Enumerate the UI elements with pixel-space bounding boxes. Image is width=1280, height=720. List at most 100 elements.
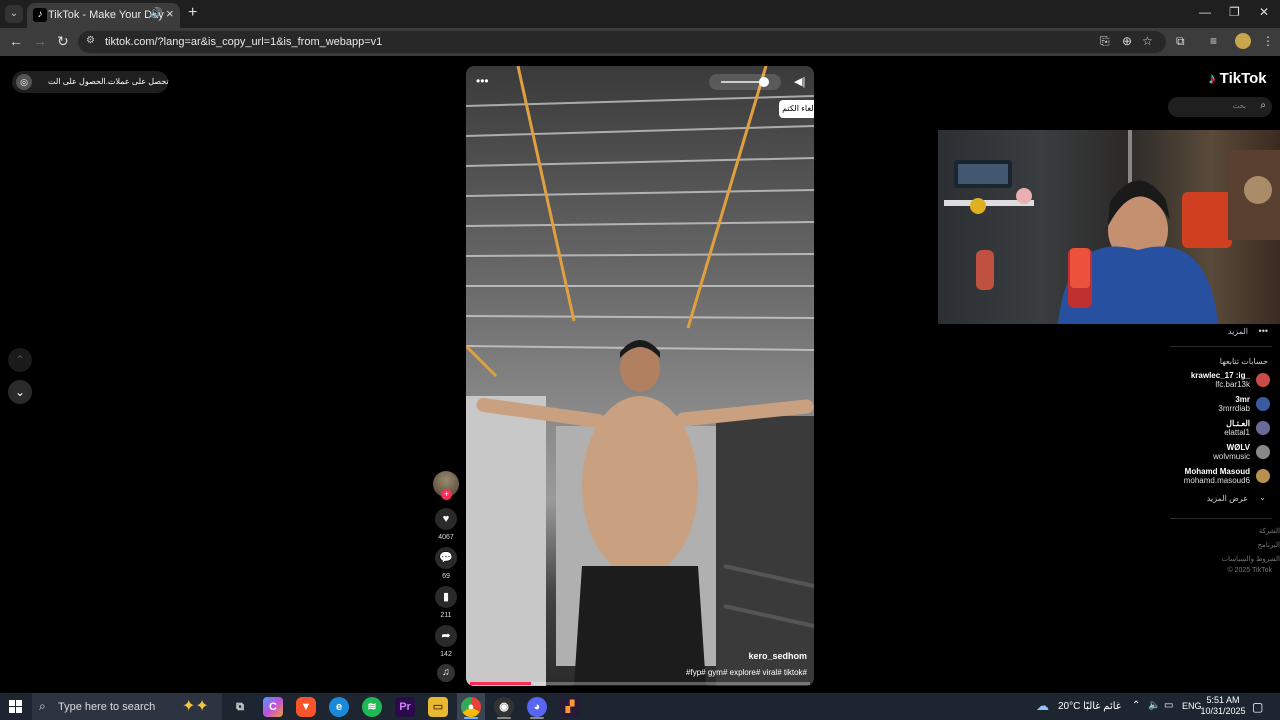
new-tab-plus-icon[interactable]: + bbox=[188, 4, 197, 22]
address-bar[interactable]: ⚙ tiktok.com/?lang=ar&is_copy_url=1&is_f… bbox=[78, 31, 1166, 53]
file-explorer-icon[interactable]: ▭ bbox=[428, 697, 448, 717]
see-more-label[interactable]: عرض المزيد bbox=[1207, 494, 1248, 503]
video-player[interactable]: ••• ◀| إلغاء الكتم kero_sedhom #fyp# gym… bbox=[466, 66, 814, 686]
get-app-label[interactable]: الحصول على الت... bbox=[48, 77, 112, 86]
taskbar-search-text[interactable]: Type here to search bbox=[58, 701, 155, 713]
obs-running-indicator bbox=[497, 717, 511, 719]
account-display-name[interactable]: krawlec_17 :ig_ bbox=[1191, 371, 1250, 380]
tray-chevron-up-icon[interactable]: ⌃ bbox=[1132, 700, 1140, 711]
following-account[interactable]: 3mr 3mrrdiab bbox=[1170, 394, 1274, 416]
bookmark-icon[interactable]: ▮ bbox=[435, 586, 457, 608]
media-app-icon[interactable]: ▞ bbox=[560, 697, 580, 717]
network-icon[interactable]: ▭ bbox=[1164, 700, 1173, 711]
volume-track bbox=[721, 81, 761, 83]
following-account[interactable]: Mohamd Masoud mohamd.masoud6 bbox=[1170, 466, 1274, 488]
volume-slider[interactable] bbox=[709, 74, 781, 90]
volume-knob[interactable] bbox=[759, 77, 769, 87]
account-avatar bbox=[1256, 469, 1270, 483]
account-username[interactable]: 3mrrdiab bbox=[1218, 404, 1250, 413]
footer-link-program[interactable]: البرنامج bbox=[1258, 541, 1280, 549]
extensions-icon[interactable]: ⧉ bbox=[1176, 34, 1185, 49]
bookmark-star-icon[interactable]: ☆ bbox=[1142, 34, 1153, 48]
volume-speaker-icon[interactable]: ◀| bbox=[794, 75, 805, 88]
previous-video-chevron-up-icon[interactable]: ⌃ bbox=[8, 348, 32, 372]
menu-kebab-icon[interactable]: ⋮ bbox=[1262, 34, 1274, 48]
copilot-sparkle-icon[interactable]: ✦✦ bbox=[182, 696, 209, 716]
back-arrow-icon[interactable]: ← bbox=[9, 33, 23, 49]
follow-plus-icon[interactable]: + bbox=[441, 489, 452, 500]
search-icon[interactable]: ⌕ bbox=[1260, 100, 1266, 111]
account-display-name[interactable]: Mohamd Masoud bbox=[1185, 467, 1250, 476]
account-username[interactable]: lfc.bar13k bbox=[1215, 380, 1250, 389]
reload-icon[interactable]: ↻ bbox=[57, 33, 69, 50]
video-progress-bar[interactable] bbox=[470, 682, 810, 685]
account-username[interactable]: elattal1 bbox=[1224, 428, 1250, 437]
taskbar-search-box[interactable]: ⌕ Type here to search ✦✦ bbox=[32, 693, 222, 720]
account-display-name[interactable]: العـتـال bbox=[1226, 419, 1250, 428]
sidebar-divider bbox=[1170, 518, 1272, 519]
footer-link-company[interactable]: الشركة bbox=[1259, 527, 1280, 535]
tab-close-icon[interactable]: × bbox=[166, 6, 174, 21]
account-display-name[interactable]: 3mr bbox=[1235, 395, 1250, 404]
volume-icon[interactable]: 🔈 bbox=[1148, 700, 1160, 711]
tiktok-logo[interactable]: ♪ TikTok bbox=[1208, 70, 1267, 87]
search-input[interactable]: بحث ⌕ bbox=[1168, 97, 1272, 117]
following-account[interactable]: العـتـال elattal1 bbox=[1170, 418, 1274, 440]
edge-browser-icon[interactable]: e bbox=[329, 697, 349, 717]
tab-search-chevron-icon[interactable]: ⌄ bbox=[5, 5, 23, 23]
music-disc-icon[interactable]: ♫ bbox=[437, 664, 455, 682]
chrome-browser-icon[interactable]: ● bbox=[461, 697, 481, 717]
forward-arrow-icon[interactable]: → bbox=[33, 33, 47, 49]
spotify-icon[interactable]: ≋ bbox=[362, 697, 382, 717]
url-text[interactable]: tiktok.com/?lang=ar&is_copy_url=1&is_fro… bbox=[105, 36, 382, 48]
copilot-app-icon[interactable]: C bbox=[263, 697, 283, 717]
windows-start-icon[interactable] bbox=[9, 700, 22, 713]
footer-link-terms[interactable]: الشروط والسياسات bbox=[1221, 555, 1280, 563]
share-arrow-icon[interactable]: ➦ bbox=[435, 625, 457, 647]
obs-studio-icon[interactable]: ◉ bbox=[494, 697, 514, 717]
more-dots-icon[interactable]: ••• bbox=[1259, 326, 1268, 336]
zoom-icon[interactable]: ⊕ bbox=[1122, 34, 1132, 48]
weather-cloud-icon[interactable]: ☁ bbox=[1036, 698, 1049, 714]
input-language[interactable]: ENG bbox=[1182, 701, 1202, 711]
next-video-chevron-down-icon[interactable]: ⌄ bbox=[8, 380, 32, 404]
following-account[interactable]: krawlec_17 :ig_ lfc.bar13k bbox=[1170, 370, 1274, 392]
weather-text[interactable]: 20°C غائم غالبًا bbox=[1058, 701, 1121, 712]
minimize-icon[interactable]: — bbox=[1199, 5, 1211, 19]
video-caption[interactable]: #fyp# gym# explore# viral# tiktok# bbox=[686, 668, 807, 677]
footer-copyright: © 2025 TikTok bbox=[1227, 567, 1272, 574]
get-app-banner[interactable]: ◎ الحصول على الت... تحصل على عملات bbox=[12, 71, 169, 93]
notifications-icon[interactable]: ▢ bbox=[1252, 700, 1263, 714]
video-author-name[interactable]: kero_sedhom bbox=[748, 651, 807, 661]
account-display-name[interactable]: WØLV bbox=[1227, 443, 1250, 452]
see-more-button[interactable]: عرض المزيد ⌄ bbox=[1172, 492, 1272, 506]
browser-titlebar: ⌄ ♪ TikTok - Make Your Day 🔊 × + — ❐ ✕ bbox=[0, 0, 1280, 28]
comment-icon[interactable]: 💬 bbox=[435, 547, 457, 569]
cast-icon[interactable]: ⎘ bbox=[1100, 34, 1110, 49]
premiere-pro-icon[interactable]: Pr bbox=[395, 697, 415, 717]
profile-avatar[interactable] bbox=[1235, 33, 1251, 49]
brave-browser-icon[interactable]: ▼ bbox=[296, 697, 316, 717]
more-menu[interactable]: المزيد ••• bbox=[1172, 324, 1272, 340]
chevron-down-icon[interactable]: ⌄ bbox=[1259, 493, 1266, 502]
video-more-options-icon[interactable]: ••• bbox=[476, 74, 489, 88]
browser-tab[interactable]: ♪ TikTok - Make Your Day 🔊 × bbox=[27, 3, 180, 28]
get-coins-label[interactable]: تحصل على عملات bbox=[108, 77, 169, 86]
search-icon: ⌕ bbox=[39, 699, 46, 713]
following-account[interactable]: WØLV wolvmusic bbox=[1170, 442, 1274, 464]
more-label[interactable]: المزيد bbox=[1228, 327, 1248, 336]
site-info-icon[interactable]: ⚙ bbox=[86, 35, 95, 46]
webcam-frame bbox=[944, 130, 1280, 324]
restore-icon[interactable]: ❐ bbox=[1229, 5, 1240, 19]
discord-icon[interactable]: ◕ bbox=[527, 697, 547, 717]
media-control-icon[interactable]: ≡ bbox=[1210, 34, 1217, 48]
task-view-icon[interactable]: ⧉ bbox=[230, 697, 250, 717]
window-close-icon[interactable]: ✕ bbox=[1259, 5, 1269, 19]
taskbar-clock[interactable]: 5:51 AM 10/31/2025 bbox=[1200, 695, 1246, 717]
account-username[interactable]: wolvmusic bbox=[1213, 452, 1250, 461]
speaker-icon[interactable]: 🔊 bbox=[150, 8, 162, 19]
like-heart-icon[interactable]: ♥ bbox=[435, 508, 457, 530]
like-count: 4067 bbox=[438, 534, 454, 541]
browser-toolbar: ← → ↻ ⚙ tiktok.com/?lang=ar&is_copy_url=… bbox=[0, 28, 1280, 56]
account-username[interactable]: mohamd.masoud6 bbox=[1184, 476, 1250, 485]
